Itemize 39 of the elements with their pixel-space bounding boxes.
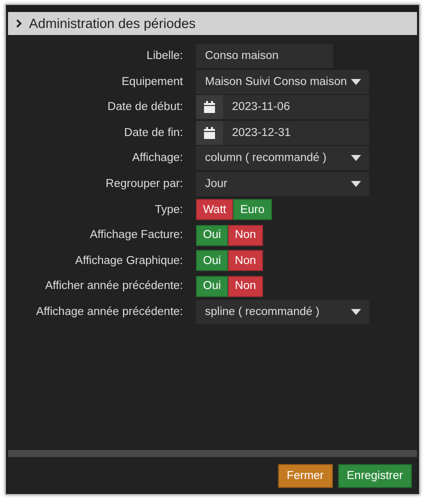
calendar-icon xyxy=(204,101,215,114)
toggle-option[interactable]: Non xyxy=(228,276,264,297)
dropdown-caret-icon xyxy=(351,308,361,315)
chevron-icon xyxy=(16,19,22,28)
dropdown-caret-icon xyxy=(351,155,361,162)
calendar-button[interactable] xyxy=(196,95,223,120)
save-button[interactable]: Enregistrer xyxy=(338,464,412,488)
toggle-option[interactable]: Non xyxy=(228,224,264,246)
calendar-icon xyxy=(204,126,215,139)
dropdown-caret-icon xyxy=(351,78,361,85)
field-label: Regrouper par: xyxy=(104,178,183,190)
toggle-option[interactable]: Non xyxy=(228,250,264,272)
field-label: Type: xyxy=(154,204,183,216)
field-label: Libelle: xyxy=(146,50,183,62)
field-label: Affichage: xyxy=(131,152,183,164)
field-label: Date de début: xyxy=(106,101,183,114)
dropdown[interactable]: Jour xyxy=(196,172,369,196)
toggle-option[interactable]: Watt xyxy=(196,199,234,220)
dropdown[interactable]: column ( recommandé ) xyxy=(196,146,369,170)
toggle-option[interactable]: Euro xyxy=(233,199,272,220)
field-label: Affichage année précédente: xyxy=(35,306,183,318)
field-label: Afficher année précédente: xyxy=(44,280,183,292)
dropdown[interactable]: Maison Suivi Conso maison xyxy=(196,70,369,94)
toggle-option[interactable]: Oui xyxy=(196,276,228,297)
close-button[interactable]: Fermer xyxy=(278,464,333,488)
field-label: Affichage Facture: xyxy=(88,229,183,242)
toggle-option[interactable]: Oui xyxy=(196,224,228,246)
date-field[interactable]: 2023-12-31 xyxy=(223,120,369,145)
dialog-title: Administration des périodes xyxy=(29,16,196,31)
field-label: Equipement xyxy=(120,76,183,88)
dropdown[interactable]: spline ( recommandé ) xyxy=(196,300,369,324)
field-label: Date de fin: xyxy=(123,126,183,139)
text-field[interactable]: Conso maison xyxy=(196,44,333,68)
dropdown-caret-icon xyxy=(351,180,361,187)
scrollbar[interactable] xyxy=(8,450,417,457)
field-label: Affichage Graphique: xyxy=(74,254,183,267)
calendar-button[interactable] xyxy=(196,120,223,145)
toggle-option[interactable]: Oui xyxy=(196,250,228,272)
date-field[interactable]: 2023-11-06 xyxy=(223,95,369,120)
